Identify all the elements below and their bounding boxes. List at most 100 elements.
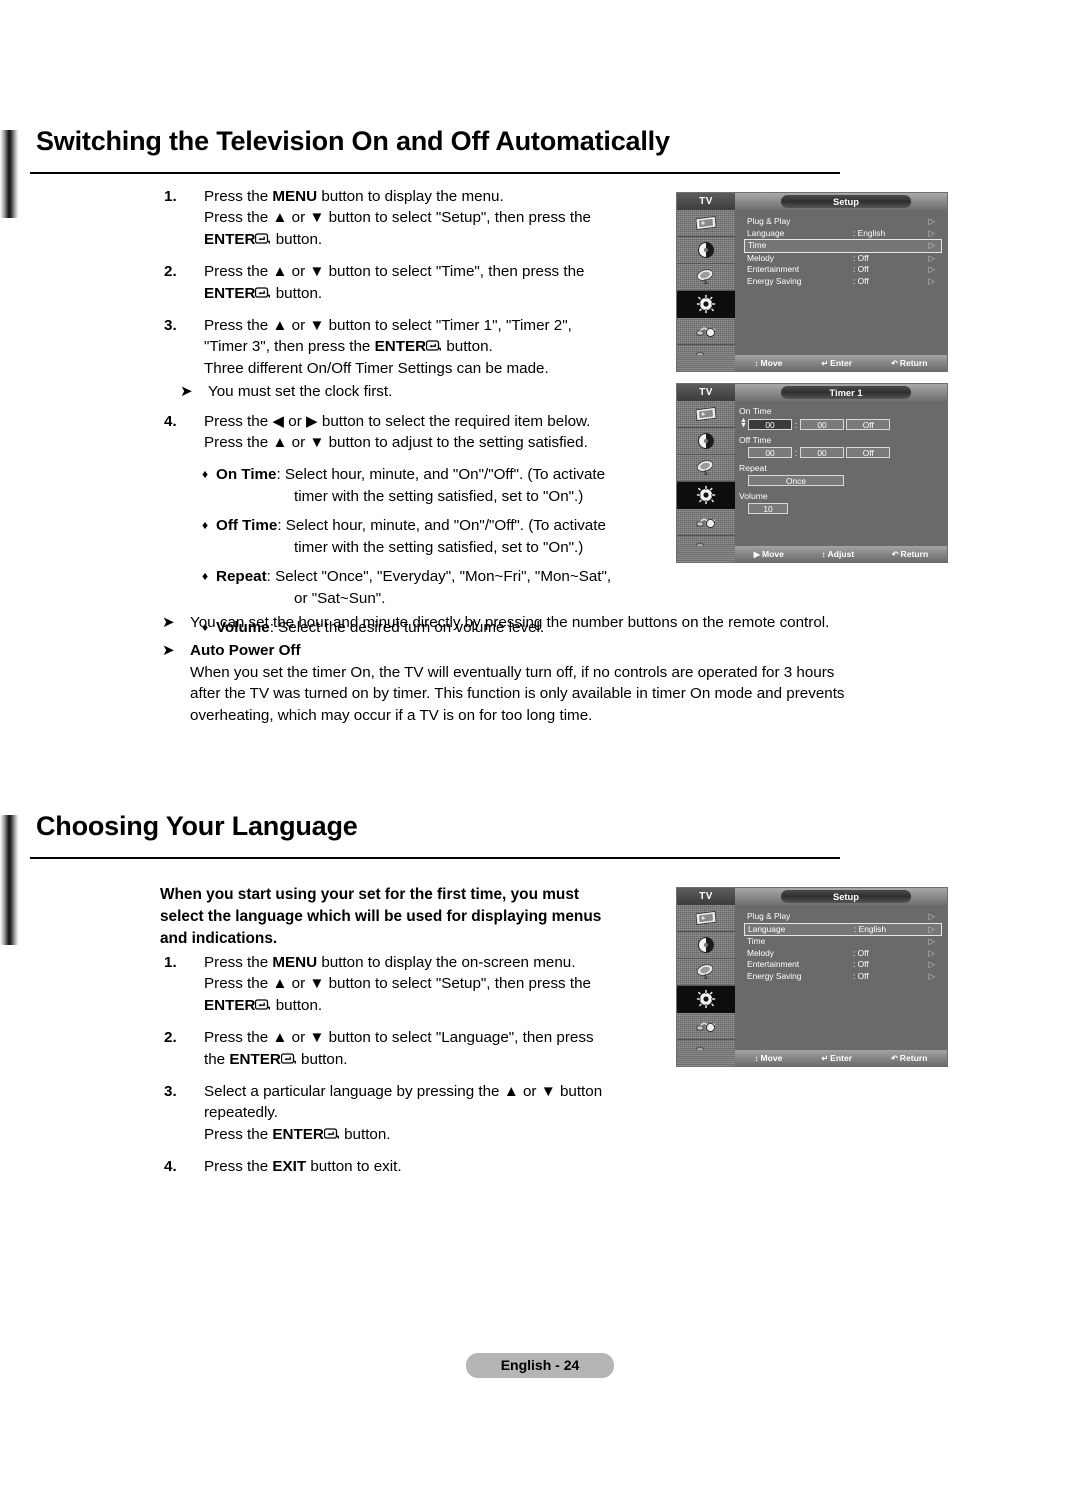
sidebar-item-input[interactable] (677, 1013, 735, 1040)
step-item: 4. Press the ◀ or ▶ button to select the… (160, 411, 670, 454)
osd-tv-label: TV (677, 888, 735, 905)
note-body-line: overheating, which may occur if a TV is … (190, 706, 593, 724)
osd-row-entertainment[interactable]: Entertainment : Off ▷ (745, 959, 941, 971)
row-value: : English (853, 227, 886, 238)
step-item: 1. Press the MENU button to display the … (160, 186, 670, 250)
chevron-right-icon: ▷ (928, 252, 935, 263)
osd-row-melody[interactable]: Melody : Off ▷ (745, 253, 941, 265)
row-value: : Off (853, 970, 869, 981)
heading-rule (30, 172, 840, 174)
sidebar-item-picture[interactable] (677, 401, 735, 428)
section-switching-tv: Switching the Television On and Off Auto… (0, 126, 1080, 218)
osd-row-list: Plug & Play ▷ Language : English ▷ Time … (744, 911, 942, 983)
step-item: 4. Press the EXIT button to exit. (160, 1156, 670, 1177)
right-arrow-icon: ▶ (753, 549, 760, 559)
chevron-right-icon: ▷ (928, 240, 935, 250)
sidebar-item-setup[interactable] (677, 986, 735, 1013)
sidebar-item-channel[interactable] (677, 959, 735, 986)
sidebar-item-picture[interactable] (677, 905, 735, 932)
on-time-state-field[interactable]: Off (846, 419, 891, 430)
on-time-minute-field[interactable]: 00 (800, 419, 844, 430)
osd-row-melody[interactable]: Melody : Off ▷ (745, 948, 941, 960)
sidebar-item-channel[interactable] (677, 455, 735, 482)
updown-arrow-icon: ↕ (754, 358, 759, 368)
osd-bottom-corner (677, 355, 735, 371)
osd-row-plug-play[interactable]: Plug & Play ▷ (745, 216, 941, 228)
updown-arrow-icon: ↕ (754, 1053, 759, 1063)
osd-row-plug-play[interactable]: Plug & Play ▷ (745, 911, 941, 923)
sidebar-item-setup[interactable] (677, 482, 735, 509)
off-time-state-field[interactable]: Off (846, 447, 891, 458)
row-label: Entertainment (747, 959, 800, 969)
off-time-hour-field[interactable]: 00 (748, 447, 792, 458)
chevron-right-icon: ▷ (928, 275, 935, 286)
sidebar-item-sound[interactable] (677, 932, 735, 959)
enter-arrow-icon: ↵ (821, 1053, 829, 1063)
row-label: Plug & Play (747, 216, 791, 226)
chevron-right-icon: ▷ (928, 959, 935, 969)
return-arrow-icon: ↶ (891, 549, 899, 559)
updown-spinner-icon[interactable]: ▲ ▼ (739, 417, 748, 429)
return-arrow-icon: ↶ (891, 358, 898, 368)
osd-row-energy-saving[interactable]: Energy Saving : Off ▷ (745, 276, 941, 288)
off-time-label: Off Time (739, 435, 772, 445)
volume-value-field[interactable]: 10 (748, 503, 788, 514)
row-value: : Off (853, 275, 869, 286)
repeat-row: Once (739, 475, 943, 486)
sidebar-item-channel[interactable] (677, 264, 735, 291)
osd-bottom-bar: ↕ Move ↵ Enter ↶ Return (677, 1050, 947, 1066)
hint-label: Enter (830, 1053, 853, 1063)
osd-sidebar (677, 905, 735, 1059)
heading-accent-bar (0, 130, 19, 218)
osd-row-energy-saving[interactable]: Energy Saving : Off ▷ (745, 971, 941, 983)
heading-accent-bar (0, 815, 19, 945)
enter-key-icon (255, 233, 271, 245)
osd-title: Timer 1 (781, 386, 911, 399)
osd-row-language[interactable]: Language : English ▷ (745, 228, 941, 240)
row-label: Energy Saving (747, 970, 802, 981)
row-label: Language (748, 923, 786, 934)
sidebar-item-sound[interactable] (677, 428, 735, 455)
switching-steps: 1. Press the MENU button to display the … (160, 186, 670, 646)
sidebar-item-picture[interactable] (677, 210, 735, 237)
bullet-label: Repeat (216, 568, 267, 586)
step-number: 3. (164, 1083, 177, 1101)
sidebar-item-sound[interactable] (677, 237, 735, 264)
step-item: 3. Press the ▲ or ▼ button to select "Ti… (160, 315, 670, 379)
repeat-value-field[interactable]: Once (748, 475, 844, 486)
chevron-right-icon: ▷ (928, 264, 935, 274)
on-time-row: ▲ ▼ 00:00 Off (739, 417, 943, 430)
bullet-text: : Select "Once", "Everyday", "Mon~Fri", … (266, 568, 612, 586)
bullet-label: Off Time (216, 517, 278, 535)
hint-label: Return (899, 358, 928, 368)
osd-body: Plug & Play ▷ Language : English ▷ Time … (735, 210, 947, 355)
osd-bottom-corner (677, 546, 735, 562)
sidebar-item-input[interactable] (677, 509, 735, 536)
arrow-bullet-icon: ➤ (162, 614, 175, 631)
step-number: 3. (164, 317, 177, 335)
osd-row-language[interactable]: Language : English ▷ (744, 922, 942, 936)
note-body-line: after the TV was turned on by timer. Thi… (190, 685, 845, 703)
row-label: Time (747, 936, 766, 946)
row-value: : Off (853, 959, 869, 969)
note-body: When you set the timer On, the TV will e… (190, 662, 960, 726)
note-number-buttons: ➤ You can set the hour and minute direct… (160, 612, 960, 633)
osd-row-time[interactable]: Time ▷ (745, 936, 941, 948)
hint-move: ↕ Move (754, 358, 782, 368)
updown-arrow-icon: ↕ (821, 549, 826, 559)
osd-title: Setup (781, 890, 911, 903)
hint-label: Move (760, 1053, 783, 1063)
on-time-hour-field[interactable]: 00 (748, 419, 792, 430)
step-number: 1. (164, 954, 177, 971)
osd-row-entertainment[interactable]: Entertainment : Off ▷ (745, 264, 941, 276)
osd-row-time[interactable]: Time ▷ (744, 239, 942, 253)
hint-enter: ↵ Enter (821, 358, 852, 368)
row-label: Melody (747, 947, 774, 958)
sidebar-item-setup[interactable] (677, 291, 735, 318)
row-label: Energy Saving (747, 275, 802, 286)
osd-sidebar (677, 210, 735, 364)
off-time-minute-field[interactable]: 00 (800, 447, 844, 458)
sidebar-item-input[interactable] (677, 318, 735, 345)
language-steps: 1. Press the MENU button to display the … (160, 952, 670, 1189)
chevron-right-icon: ▷ (928, 947, 935, 958)
